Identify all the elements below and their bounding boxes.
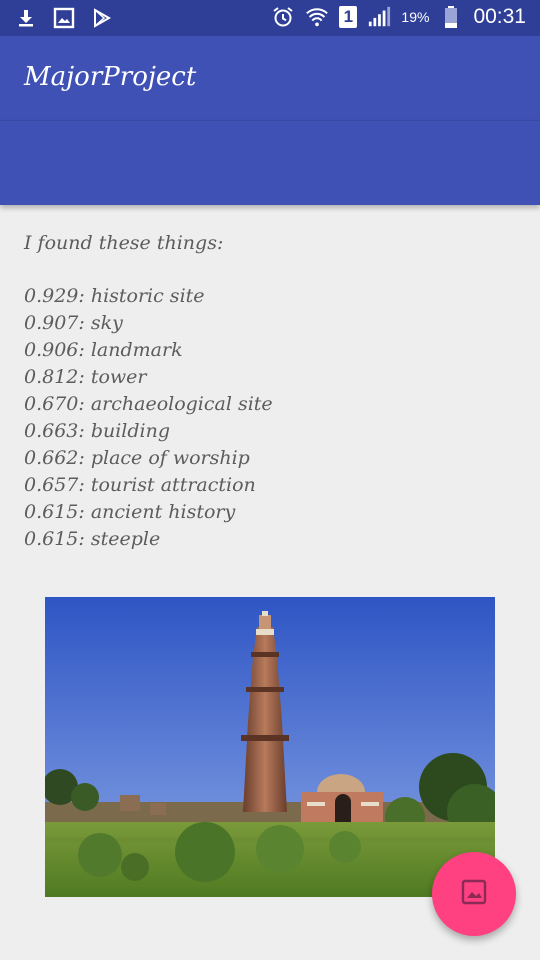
app-bar: MajorProject (0, 36, 540, 120)
clock: 00:31 (473, 5, 526, 28)
list-item: 0.812: tower (24, 366, 147, 388)
list-item: 0.657: tourist attraction (24, 474, 256, 496)
list-item: 0.615: ancient history (24, 501, 236, 523)
list-item: 0.929: historic site (24, 285, 205, 307)
app-bar-extension (0, 120, 540, 205)
intro-text: I found these things: (24, 232, 224, 254)
list-item: 0.907: sky (24, 312, 123, 334)
battery-icon (439, 5, 463, 29)
download-icon (14, 6, 38, 30)
play-store-icon (90, 6, 114, 30)
signal-icon (367, 5, 391, 29)
wifi-icon (305, 5, 329, 29)
battery-percent: 19% (401, 9, 430, 25)
status-bar: 1 19% 00:31 (0, 0, 540, 36)
pick-image-button[interactable] (432, 852, 516, 936)
list-item: 0.662: place of worship (24, 447, 250, 469)
image-icon (461, 879, 487, 909)
image-icon (52, 6, 76, 30)
results-list: 0.929: historic site 0.907: sky 0.906: l… (24, 283, 524, 553)
sim-icon: 1 (339, 6, 358, 28)
list-item: 0.670: archaeological site (24, 393, 273, 415)
results-text: I found these things: 0.929: historic si… (24, 230, 524, 553)
analyzed-photo (45, 597, 495, 897)
list-item: 0.663: building (24, 420, 171, 442)
app-title: MajorProject (24, 62, 197, 92)
list-item: 0.615: steeple (24, 528, 161, 550)
list-item: 0.906: landmark (24, 339, 183, 361)
alarm-icon (271, 5, 295, 29)
